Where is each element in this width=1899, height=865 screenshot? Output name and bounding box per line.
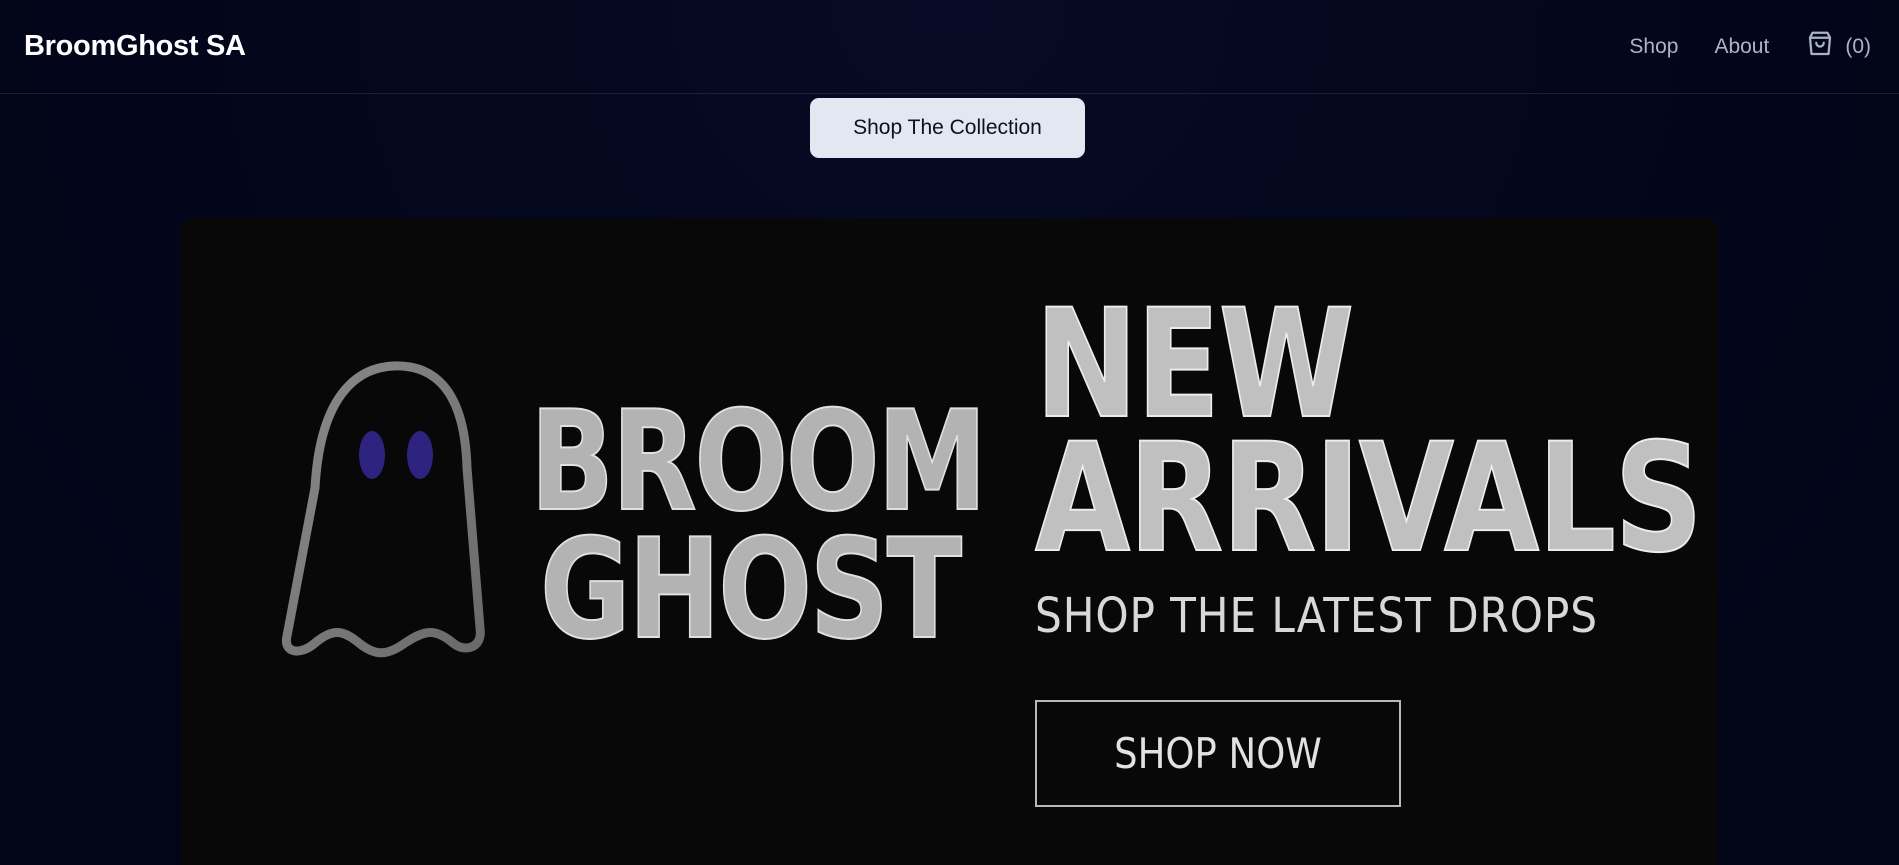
ghost-icon xyxy=(281,361,485,658)
banner-headline: NEW ARRIVALS xyxy=(1034,289,1718,586)
banner-subheadline: SHOP THE LATEST DROPS xyxy=(1035,588,1598,644)
brand-logo-link[interactable]: BroomGhost SA xyxy=(24,30,246,63)
banner-logo-line-2: GHOST xyxy=(539,509,963,670)
page: BroomGhost SA Shop About (0) Shop The Co… xyxy=(0,0,1899,865)
banner-logo-line-1: BROOM xyxy=(529,381,988,542)
new-arrivals-banner[interactable]: BROOM GHOST NEW ARRIVALS SHOP THE LATEST… xyxy=(180,218,1718,865)
cart-button[interactable]: (0) xyxy=(1805,29,1871,65)
nav-link-about[interactable]: About xyxy=(1714,35,1769,59)
headline-line-2: ARRIVALS xyxy=(1034,412,1704,586)
banner-logo-text: BROOM GHOST xyxy=(529,381,1000,670)
main-nav: Shop About (0) xyxy=(1629,29,1875,65)
shop-the-collection-button[interactable]: Shop The Collection xyxy=(810,98,1085,158)
nav-link-shop[interactable]: Shop xyxy=(1629,35,1678,59)
navbar: BroomGhost SA Shop About (0) xyxy=(0,0,1899,94)
shop-now-label: SHOP NOW xyxy=(1114,729,1322,778)
cart-count: (0) xyxy=(1845,34,1871,58)
shopping-bag-icon xyxy=(1805,29,1835,65)
shop-now-button[interactable]: SHOP NOW xyxy=(1035,700,1401,807)
